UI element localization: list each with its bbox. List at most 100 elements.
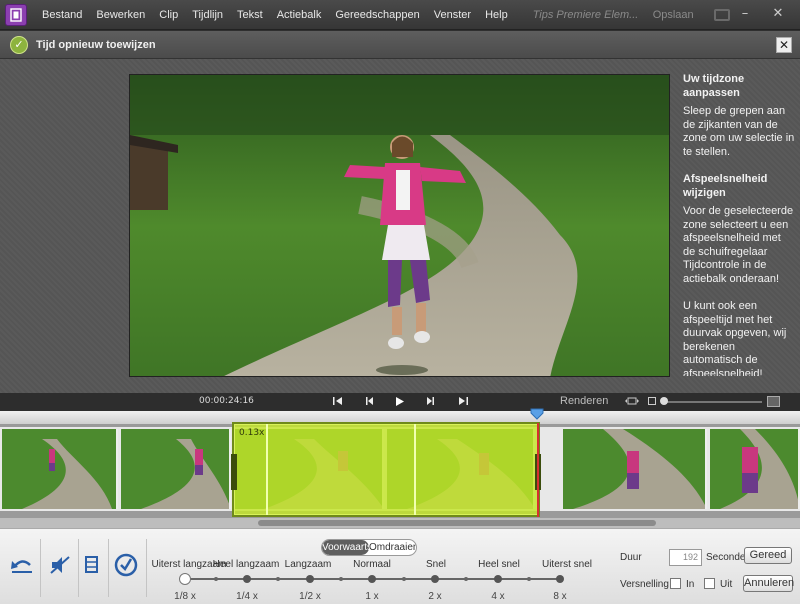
speed-stop[interactable]: [556, 575, 564, 583]
speed-slider-knob[interactable]: [179, 573, 191, 585]
menu-bar: Bestand Bewerken Clip Tijdlijn Tekst Act…: [0, 0, 800, 30]
menu-tijdlijn[interactable]: Tijdlijn: [185, 9, 230, 21]
speed-stop[interactable]: [306, 575, 314, 583]
speed-tick: [339, 577, 343, 581]
action-bar: Voorwaarts Omdraaien Uiterst langzaam He…: [0, 528, 800, 604]
zoom-slider-knob[interactable]: [660, 397, 668, 405]
ease-out-label: Uit: [720, 579, 733, 590]
speed-label: Langzaam: [284, 559, 332, 570]
timecode: 00:00:24:16: [199, 396, 254, 406]
help-panel: Uw tijdzone aanpassen Sleep de grepen aa…: [683, 73, 795, 390]
help-text-speed: Voor de geselecteerde zone selecteert u …: [683, 205, 794, 285]
timeline-scrollbar[interactable]: [0, 518, 800, 528]
menu-bewerken[interactable]: Bewerken: [89, 9, 152, 21]
ease-in-label: In: [686, 579, 695, 590]
speed-value: 4 x: [491, 591, 505, 602]
undo-icon[interactable]: [8, 551, 36, 579]
speed-tick: [527, 577, 531, 581]
speed-tick: [276, 577, 280, 581]
speed-label: Heel langzaam: [212, 559, 280, 570]
film-strip-icon[interactable]: [5, 3, 27, 26]
time-zone-selection[interactable]: 0.13x: [231, 422, 541, 517]
render-button[interactable]: Renderen: [560, 395, 608, 407]
speed-value: 1/2 x: [299, 591, 321, 602]
clip-thumbnail[interactable]: [710, 429, 800, 509]
speed-label: Normaal: [353, 559, 391, 570]
fullscreen-icon[interactable]: [713, 8, 730, 21]
zoom-slider-track[interactable]: [662, 401, 762, 403]
direction-reverse[interactable]: Omdraaien: [369, 540, 416, 555]
video-preview: [129, 74, 670, 377]
timeline-scroll-thumb[interactable]: [258, 520, 656, 526]
ease-out-checkbox[interactable]: [704, 578, 715, 589]
clip-thumbnail[interactable]: [2, 429, 118, 509]
help-text-adjust-zone: Sleep de grepen aan de zijkanten van de …: [683, 105, 795, 158]
minimize-button[interactable]: –: [737, 6, 753, 22]
speed-tick: [214, 577, 218, 581]
clip-thumbnail[interactable]: [563, 429, 707, 509]
play-icon[interactable]: [395, 396, 405, 410]
preview-area: Uw tijdzone aanpassen Sleep de grepen aa…: [0, 59, 800, 393]
selection-start-handle[interactable]: [231, 454, 237, 490]
freeze-frame-icon[interactable]: [78, 551, 106, 579]
direction-forward[interactable]: Voorwaarts: [322, 540, 372, 555]
zoom-in-icon[interactable]: [767, 396, 780, 407]
step-back-icon[interactable]: [365, 396, 375, 409]
speed-stop[interactable]: [368, 575, 376, 583]
time-remapping-window: Bestand Bewerken Clip Tijdlijn Tekst Act…: [0, 0, 800, 604]
speed-value: 2 x: [428, 591, 442, 602]
step-forward-icon[interactable]: [425, 396, 435, 409]
speed-value: 1/4 x: [236, 591, 258, 602]
frame-divider: [414, 424, 416, 515]
selection-end-marker: [537, 423, 539, 517]
direction-toggle[interactable]: Voorwaarts Omdraaien: [321, 539, 417, 556]
speed-label: Heel snel: [478, 559, 520, 570]
help-heading-adjust-zone: Uw tijdzone aanpassen: [683, 73, 745, 99]
menu-help[interactable]: Help: [478, 9, 515, 21]
go-to-end-icon[interactable]: [457, 396, 469, 409]
time-control-icon[interactable]: [112, 551, 140, 579]
selection-speed-label: 0.13x: [239, 428, 265, 438]
speed-value: 8 x: [553, 591, 567, 602]
menu-bestand[interactable]: Bestand: [35, 9, 89, 21]
dialog-title-bar: ✓ Tijd opnieuw toewijzen ✕: [0, 31, 800, 59]
done-button[interactable]: Gereed: [744, 547, 792, 564]
speed-value: 1 x: [365, 591, 379, 602]
menu-actiebalk[interactable]: Actiebalk: [270, 9, 329, 21]
duration-input[interactable]: 192: [669, 549, 702, 566]
mute-audio-icon[interactable]: [46, 551, 74, 579]
speed-tick: [464, 577, 468, 581]
clock-check-icon: ✓: [10, 35, 28, 54]
playhead-icon[interactable]: [530, 408, 544, 420]
fit-zoom-icon[interactable]: [625, 397, 639, 408]
ease-in-checkbox[interactable]: [670, 578, 681, 589]
duration-label: Duur: [620, 552, 642, 563]
dialog-close-button[interactable]: ✕: [776, 37, 792, 53]
help-heading-speed: Afspeelsnelheid wijzigen: [683, 173, 768, 199]
speed-stop[interactable]: [431, 575, 439, 583]
speed-tick: [402, 577, 406, 581]
speed-stop[interactable]: [494, 575, 502, 583]
help-text-duration: U kunt ook een afspeeltijd met het duurv…: [683, 300, 787, 376]
divider: [108, 539, 109, 597]
speed-stop[interactable]: [243, 575, 251, 583]
speed-label: Snel: [425, 559, 447, 570]
menu-venster[interactable]: Venster: [427, 9, 478, 21]
divider: [40, 539, 41, 597]
close-window-button[interactable]: ✕: [770, 6, 786, 22]
menu-tekst[interactable]: Tekst: [230, 9, 270, 21]
cancel-button[interactable]: Annuleren: [743, 575, 794, 592]
speed-label: Uiterst snel: [541, 559, 593, 570]
tips-link[interactable]: Tips Premiere Elem...: [533, 9, 645, 21]
save-button[interactable]: Opslaan: [653, 9, 694, 21]
zoom-out-icon[interactable]: [648, 397, 656, 408]
acceleration-label: Versnelling: [620, 579, 669, 590]
speed-value: 1/8 x: [174, 591, 196, 602]
clip-thumbnail[interactable]: [121, 429, 231, 509]
playback-controls: 00:00:24:16 Renderen: [0, 393, 800, 411]
menu-clip[interactable]: Clip: [152, 9, 185, 21]
dialog-title: Tijd opnieuw toewijzen: [36, 38, 156, 51]
go-to-start-icon[interactable]: [332, 396, 344, 409]
frame-divider: [266, 424, 268, 515]
menu-gereedschappen[interactable]: Gereedschappen: [328, 9, 426, 21]
